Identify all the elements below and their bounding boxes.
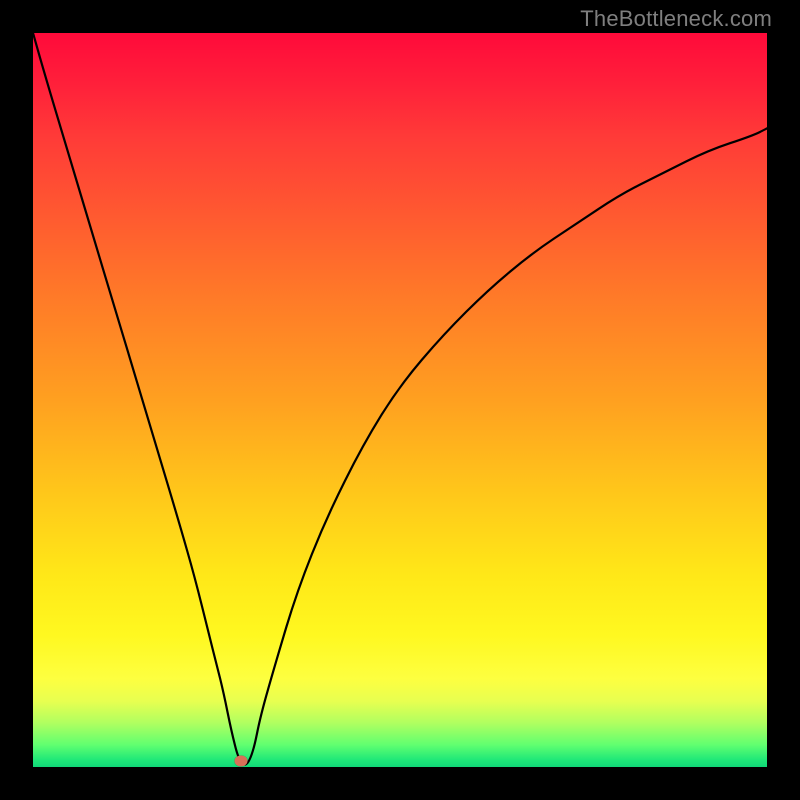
minimum-marker: [234, 756, 247, 767]
curve-svg: [33, 33, 767, 767]
watermark-text: TheBottleneck.com: [580, 6, 772, 32]
plot-area: [33, 33, 767, 767]
chart-frame: TheBottleneck.com: [0, 0, 800, 800]
bottleneck-curve: [33, 33, 767, 765]
